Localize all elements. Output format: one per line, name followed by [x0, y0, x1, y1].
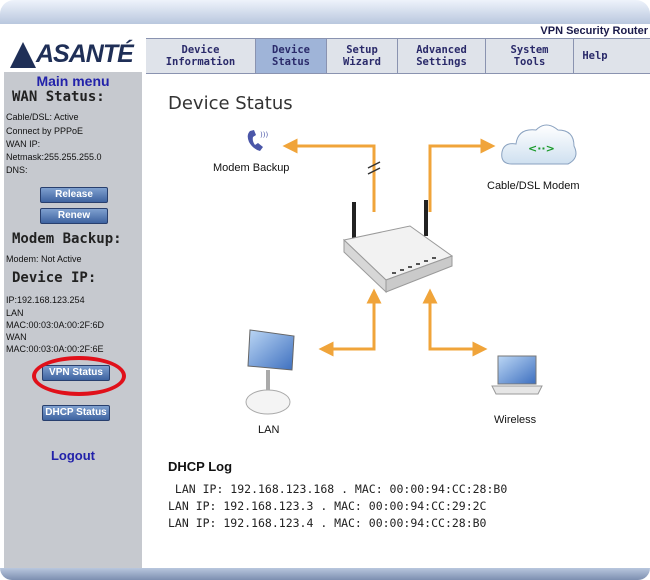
svg-text:))): )))	[260, 131, 268, 139]
window-bottom-frame	[0, 568, 650, 580]
dhcp-log-entry: LAN IP: 192.168.123.4 . MAC: 00:00:94:CC…	[168, 516, 487, 530]
lan-device-label: LAN	[258, 424, 280, 436]
cable-dsl-modem-label: Cable/DSL Modem	[487, 180, 580, 192]
dhcp-log-title: DHCP Log	[168, 459, 233, 474]
lan-computer-icon	[245, 329, 295, 415]
wireless-label: Wireless	[494, 414, 537, 426]
cloud-icon: <··>	[501, 124, 577, 165]
wireless-laptop-icon	[491, 355, 543, 395]
router-device-icon	[342, 200, 454, 294]
svg-text:<··>: <··>	[528, 142, 555, 155]
dhcp-log-entry: LAN IP: 192.168.123.168 . MAC: 00:00:94:…	[168, 482, 508, 496]
dhcp-log-entry: LAN IP: 192.168.123.3 . MAC: 00:00:94:CC…	[168, 499, 487, 513]
modem-backup-label: Modem Backup	[213, 162, 290, 174]
modem-backup-phone-icon: )))	[247, 130, 268, 151]
